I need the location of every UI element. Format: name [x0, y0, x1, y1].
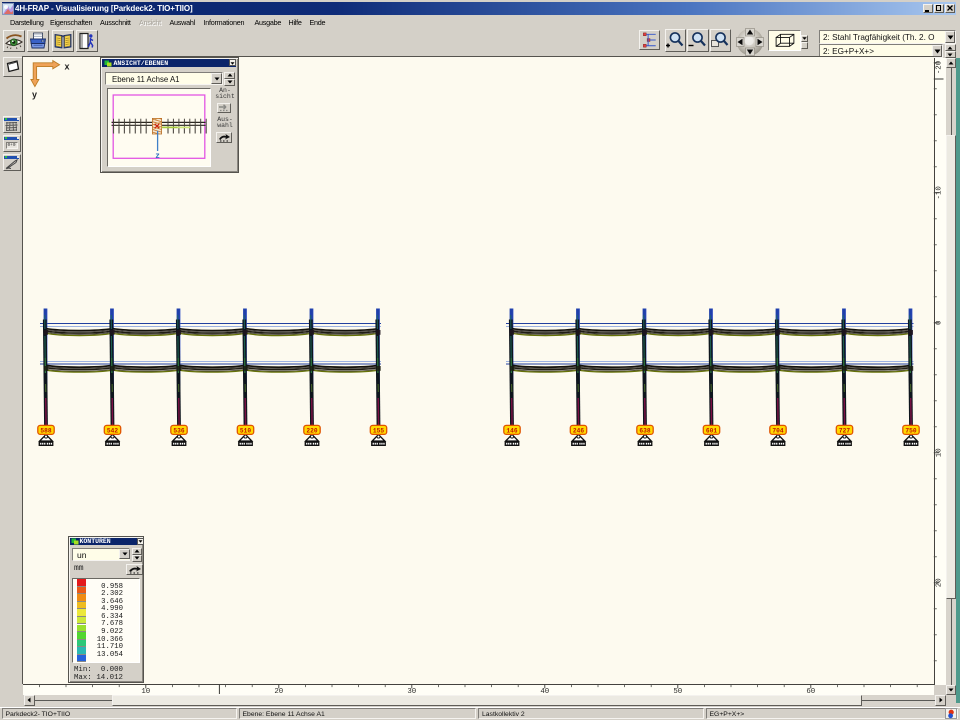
svg-text:z: z — [155, 153, 160, 161]
